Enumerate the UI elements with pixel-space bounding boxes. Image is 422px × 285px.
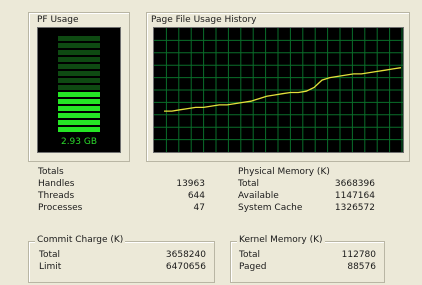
totals-label: Handles: [38, 179, 75, 189]
pf-usage-gauge: 2.93 GB: [37, 27, 121, 153]
physical-memory-row: Total 3668396: [238, 179, 375, 190]
physical-memory-value: 1147164: [334, 191, 375, 201]
gauge-segment: [58, 50, 100, 55]
gauge-segment: [58, 36, 100, 41]
kernel-memory-label: Paged: [239, 262, 267, 272]
pf-usage-value: 2.93 GB: [60, 137, 98, 147]
gauge-segment: [58, 92, 100, 97]
totals-label: Threads: [38, 191, 75, 201]
gauge-segment: [58, 113, 100, 118]
pf-history-graph: [153, 27, 404, 153]
gauge-segment: [58, 120, 100, 125]
gauge-segment: [58, 85, 100, 90]
totals-row: Handles 13963: [38, 179, 205, 190]
physical-memory-label: Available: [238, 191, 279, 201]
physical-memory-title: Physical Memory (K): [238, 167, 330, 177]
totals-value: 47: [193, 203, 205, 213]
totals-value: 13963: [176, 179, 205, 189]
gauge-segment: [58, 43, 100, 48]
commit-charge-value: 6470656: [165, 262, 206, 272]
gauge-segment: [58, 127, 100, 132]
commit-charge-value: 3658240: [165, 250, 206, 260]
kernel-memory-value: 112780: [341, 250, 376, 260]
commit-charge-row: Total 3658240: [39, 250, 206, 261]
physical-memory-section: Physical Memory (K) Total 3668396 Availa…: [230, 167, 383, 225]
pf-usage-group: PF Usage 2.93 GB: [28, 12, 130, 162]
physical-memory-row: System Cache 1326572: [238, 203, 375, 214]
gauge-segment: [58, 64, 100, 69]
gauge-segment: [58, 71, 100, 76]
physical-memory-value: 1326572: [334, 203, 375, 213]
totals-row: Threads 644: [38, 191, 205, 202]
kernel-memory-title: Kernel Memory (K): [237, 235, 325, 245]
pf-history-svg: [154, 28, 403, 152]
pf-history-group: Page File Usage History: [146, 12, 410, 162]
totals-title: Totals: [38, 167, 64, 177]
commit-charge-title: Commit Charge (K): [35, 235, 126, 245]
commit-charge-label: Total: [39, 250, 61, 260]
physical-memory-value: 3668396: [334, 179, 375, 189]
gauge-segment: [58, 106, 100, 111]
totals-row: Processes 47: [38, 203, 205, 214]
gauge-segment: [58, 78, 100, 83]
history-line: [164, 67, 402, 112]
pf-usage-title: PF Usage: [37, 15, 79, 25]
physical-memory-label: Total: [238, 179, 260, 189]
gauge-segment: [58, 99, 100, 104]
physical-memory-row: Available 1147164: [238, 191, 375, 202]
commit-charge-section: Commit Charge (K) Total 3658240 Limit 64…: [28, 235, 215, 283]
commit-charge-label: Limit: [39, 262, 62, 272]
kernel-memory-row: Total 112780: [239, 250, 376, 261]
kernel-memory-label: Total: [239, 250, 261, 260]
totals-value: 644: [187, 191, 205, 201]
totals-label: Processes: [38, 203, 83, 213]
commit-charge-row: Limit 6470656: [39, 262, 206, 273]
kernel-memory-row: Paged 88576: [239, 262, 376, 273]
kernel-memory-section: Kernel Memory (K) Total 112780 Paged 885…: [230, 235, 385, 283]
kernel-memory-value: 88576: [347, 262, 376, 272]
pf-history-title: Page File Usage History: [151, 15, 257, 25]
totals-section: Totals Handles 13963 Threads 644 Process…: [28, 167, 213, 225]
physical-memory-label: System Cache: [238, 203, 303, 213]
gauge-segment: [58, 57, 100, 62]
